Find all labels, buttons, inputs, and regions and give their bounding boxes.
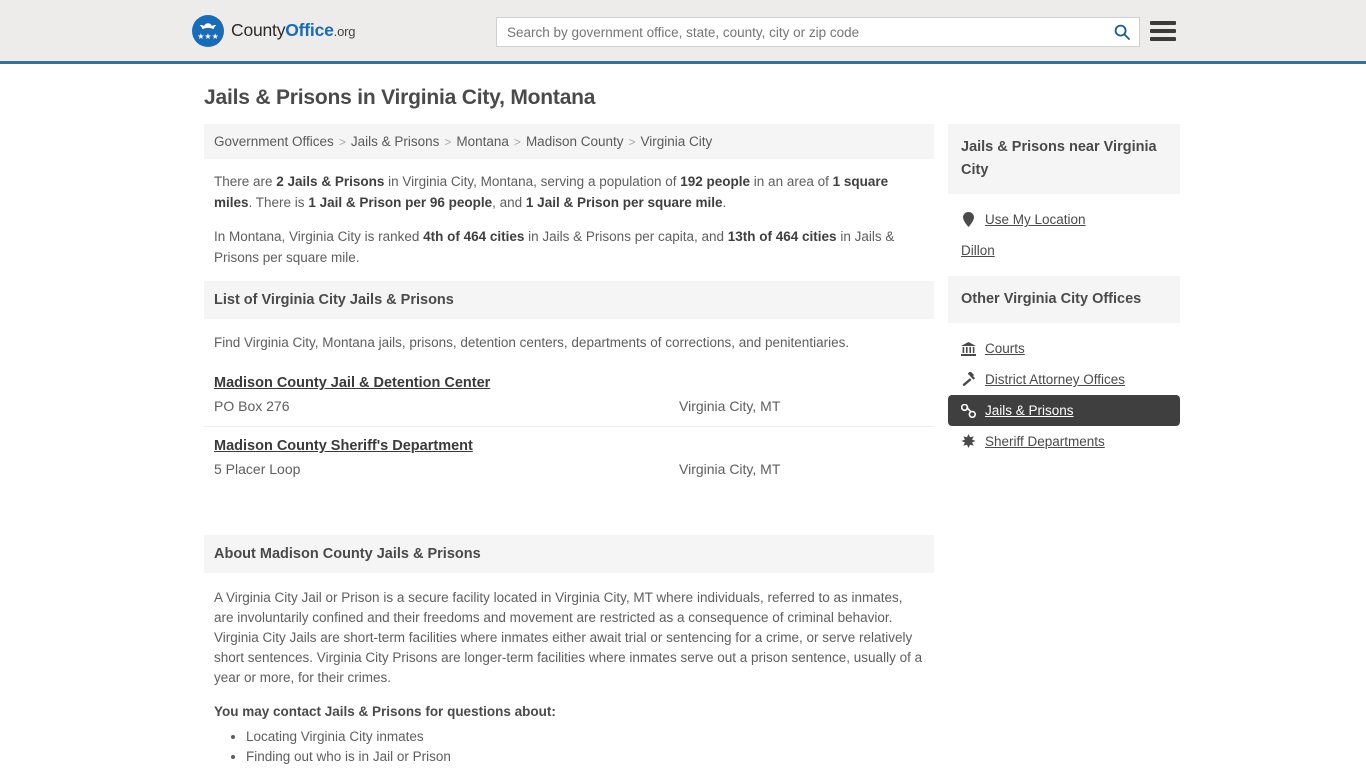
use-my-location-label: Use My Location: [985, 212, 1086, 227]
listing-name-link[interactable]: Madison County Jail & Detention Center: [214, 375, 490, 391]
map-pin-icon: [961, 212, 976, 227]
nearby-panel-heading: Jails & Prisons near Virginia City: [948, 124, 1180, 194]
breadcrumb-separator: >: [513, 135, 521, 149]
logo-text-county: County: [231, 20, 286, 40]
breadcrumb-separator: >: [338, 135, 346, 149]
statistic-text: There are: [214, 174, 277, 189]
office-link-label: Courts: [985, 341, 1025, 356]
contact-topic-item: Finding out who is in Jail or Prison: [246, 747, 934, 767]
eagle-glyph-icon: [199, 22, 217, 29]
nearby-panel-body: Use My Location Dillon: [948, 194, 1180, 266]
site-header: ★★★ CountyOffice.org: [0, 0, 1366, 64]
county-office-emblem-icon: ★★★: [192, 14, 224, 47]
content-container: Jails & Prisons in Virginia City, Montan…: [195, 86, 1180, 768]
statistic-text: . There is: [248, 195, 309, 210]
office-link-label: District Attorney Offices: [985, 372, 1126, 387]
listing-address: PO Box 276: [214, 398, 290, 414]
page-body: Jails & Prisons in Virginia City, Montan…: [0, 64, 1366, 768]
hamburger-bar: [1150, 29, 1176, 33]
search-icon: [1114, 24, 1130, 40]
contact-topic-item: Locating Virginia City inmates: [246, 727, 934, 747]
list-section-heading: List of Virginia City Jails & Prisons: [204, 281, 934, 319]
listing-name-link[interactable]: Madison County Sheriff's Department: [214, 438, 473, 454]
listing-address: 5 Placer Loop: [214, 461, 301, 477]
about-section-heading: About Madison County Jails & Prisons: [204, 535, 934, 573]
office-link-label: Jails & Prisons: [985, 403, 1074, 418]
other-offices-heading: Other Virginia City Offices: [948, 276, 1180, 323]
statistic-emphasis: 192 people: [680, 174, 751, 189]
office-link-sheriff-departments[interactable]: Sheriff Departments: [948, 426, 1180, 457]
search-input[interactable]: [497, 18, 1105, 46]
search-button[interactable]: [1105, 18, 1139, 46]
statistic-text: in Virginia City, Montana, serving a pop…: [384, 174, 681, 189]
breadcrumb-item[interactable]: Government Offices: [214, 134, 334, 149]
handcuffs-icon: [961, 403, 976, 418]
other-offices-panel: Other Virginia City Offices Courts Distri…: [948, 276, 1180, 457]
sheriff-star-icon: [961, 434, 976, 449]
statistic-emphasis: 4th of 464 cities: [423, 229, 525, 244]
logo-text-org: .org: [333, 24, 356, 39]
listing-item: Madison County Sheriff's Department 5 Pla…: [204, 427, 934, 489]
listing-item: Madison County Jail & Detention Center PO…: [204, 364, 934, 427]
statistic-emphasis: 13th of 464 cities: [727, 229, 837, 244]
nearby-panel: Jails & Prisons near Virginia City Use M…: [948, 124, 1180, 266]
gavel-icon: [961, 372, 976, 387]
statistic-emphasis: 1 Jail & Prison per square mile: [525, 195, 723, 210]
statistic-text: in an area of: [750, 174, 833, 189]
hamburger-bar: [1150, 37, 1176, 41]
listings: Madison County Jail & Detention Center PO…: [204, 364, 934, 489]
hamburger-bar: [1150, 21, 1176, 25]
search-bar[interactable]: [496, 17, 1140, 47]
use-my-location-link[interactable]: Use My Location: [948, 204, 1180, 235]
nearby-cities-list: Dillon: [948, 235, 1180, 266]
office-link-jails-prisons[interactable]: Jails & Prisons: [948, 395, 1180, 426]
listing-city-state: Virginia City, MT: [679, 398, 781, 414]
statistics-section: There are 2 Jails & Prisons in Virginia …: [204, 159, 934, 268]
nearby-city-link[interactable]: Dillon: [948, 235, 1180, 266]
about-section-body: A Virginia City Jail or Prison is a secu…: [214, 590, 923, 685]
hamburger-menu-icon[interactable]: [1150, 18, 1176, 44]
statistic-emphasis: 2 Jails & Prisons: [276, 174, 385, 189]
list-section-subtitle: Find Virginia City, Montana jails, priso…: [214, 335, 850, 350]
statistic-text: .: [722, 195, 727, 210]
breadcrumb-item[interactable]: Jails & Prisons: [351, 134, 440, 149]
page-title: Jails & Prisons in Virginia City, Montan…: [204, 86, 596, 109]
breadcrumb-item[interactable]: Montana: [456, 134, 509, 149]
statistics-paragraph-1: There are 2 Jails & Prisons in Virginia …: [214, 171, 924, 213]
office-link-courts[interactable]: Courts: [948, 333, 1180, 364]
listing-city-state: Virginia City, MT: [679, 461, 781, 477]
emblem-stars: ★★★: [197, 31, 219, 41]
office-link-label: Sheriff Departments: [985, 434, 1105, 449]
logo-wordmark: CountyOffice.org: [231, 20, 355, 41]
breadcrumb: Government Offices > Jails & Prisons > Monta…: [204, 124, 934, 159]
breadcrumb-items: Government Offices > Jails & Prisons > Monta…: [214, 134, 712, 149]
listing-detail-row: 5 Placer Loop Virginia City, MT: [214, 461, 924, 477]
sidebar: Jails & Prisons near Virginia City Use M…: [948, 124, 1180, 768]
statistic-emphasis: 1 Jail & Prison per 96 people: [308, 195, 493, 210]
contact-lead: You may contact Jails & Prisons for ques…: [214, 704, 556, 719]
statistic-text: in Jails & Prisons per capita, and: [524, 229, 728, 244]
statistics-paragraph-2: In Montana, Virginia City is ranked 4th …: [214, 226, 924, 268]
columns: Government Offices > Jails & Prisons > Monta…: [204, 124, 1180, 768]
logo-text-office: Office: [285, 20, 334, 40]
listing-detail-row: PO Box 276 Virginia City, MT: [214, 398, 924, 414]
site-logo[interactable]: ★★★ CountyOffice.org: [192, 14, 355, 47]
other-offices-list: Courts District Attorney Offices Jails & P…: [948, 323, 1180, 457]
office-link-district-attorney-offices[interactable]: District Attorney Offices: [948, 364, 1180, 395]
breadcrumb-separator: >: [628, 135, 636, 149]
main-column: Government Offices > Jails & Prisons > Monta…: [204, 124, 934, 768]
breadcrumb-separator: >: [444, 135, 452, 149]
statistic-text: In Montana, Virginia City is ranked: [214, 229, 424, 244]
breadcrumb-item[interactable]: Virginia City: [641, 134, 713, 149]
breadcrumb-item[interactable]: Madison County: [526, 134, 624, 149]
statistic-text: , and: [492, 195, 526, 210]
courthouse-icon: [961, 341, 976, 356]
contact-topics-list: Locating Virginia City inmatesFinding ou…: [204, 727, 934, 768]
